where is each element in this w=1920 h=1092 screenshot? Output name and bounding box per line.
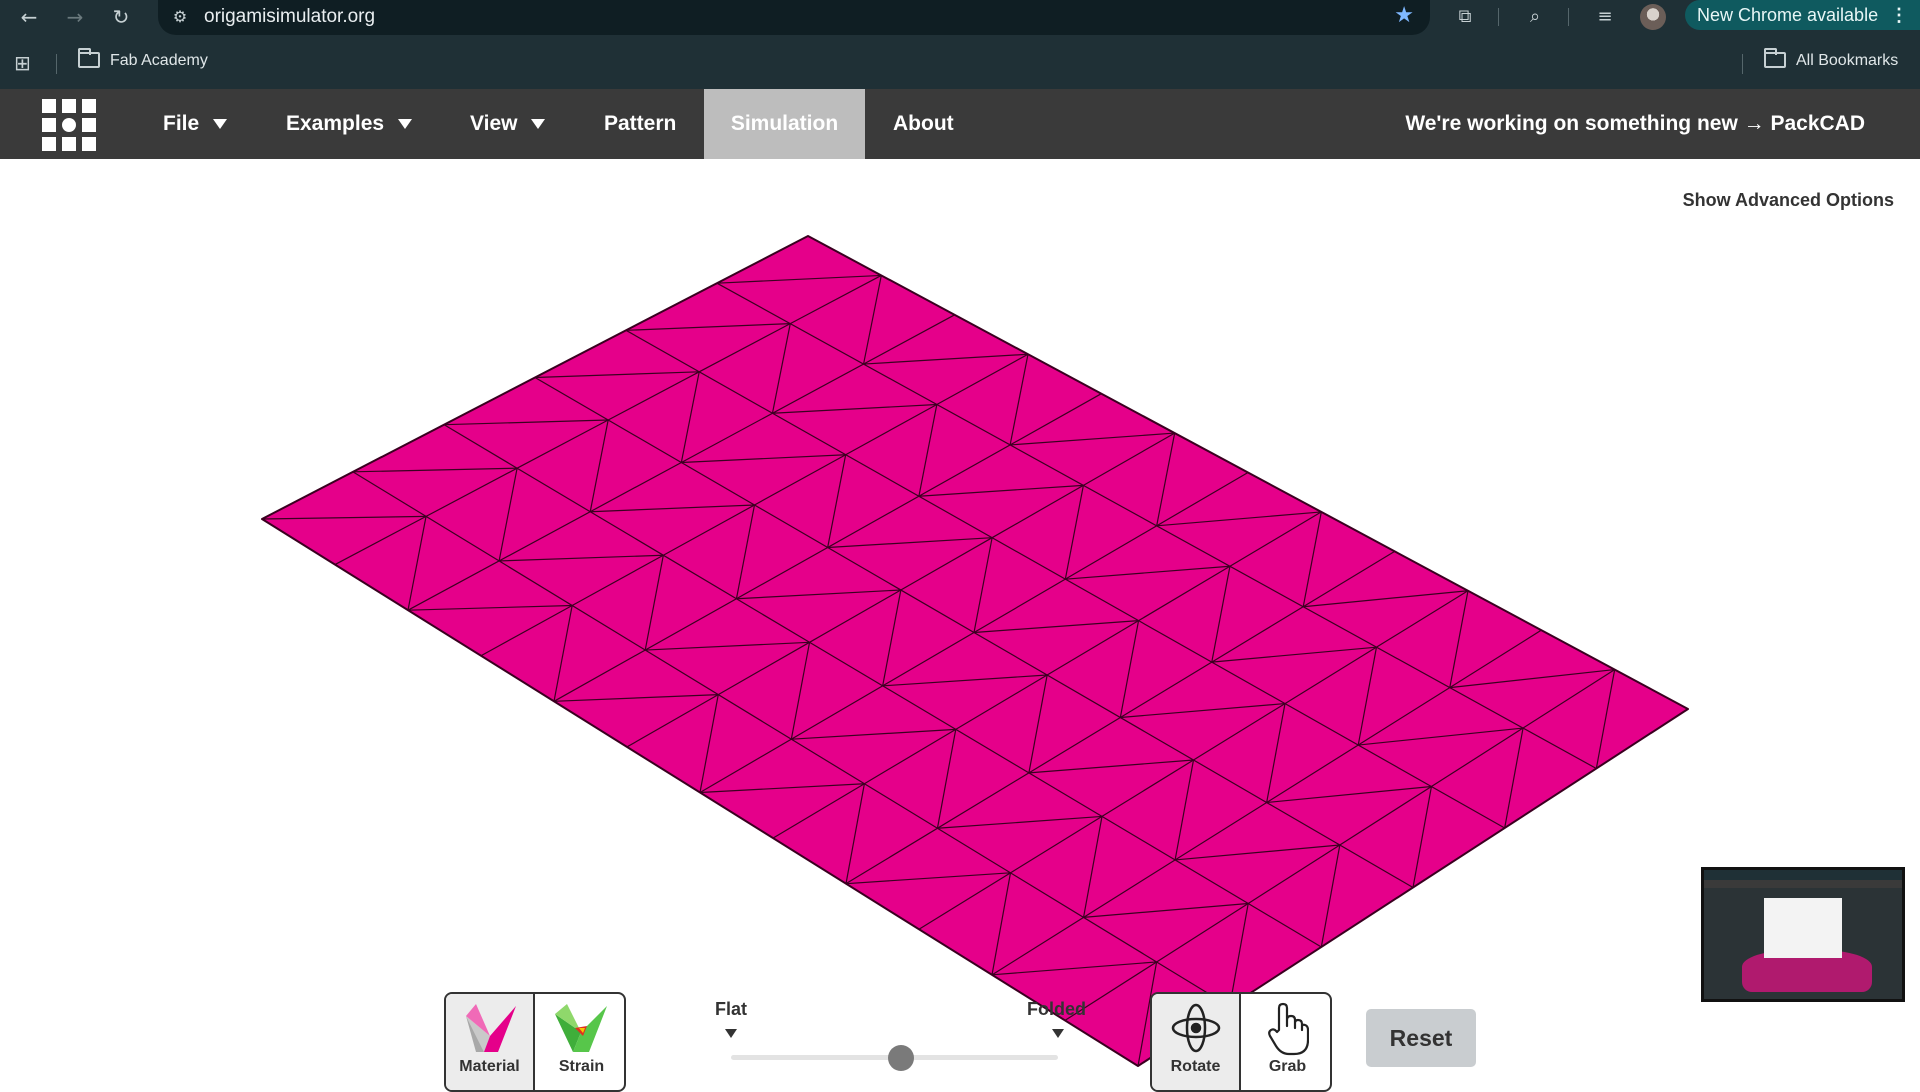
material-fold-icon	[466, 1004, 516, 1052]
folder-icon	[1764, 48, 1786, 68]
back-arrow-icon[interactable]: ←	[16, 4, 42, 30]
grab-label: Grab	[1268, 1058, 1307, 1075]
bookmarks-divider	[1742, 54, 1743, 74]
new-chrome-available-button[interactable]: New Chrome available ⋮	[1685, 0, 1920, 30]
menu-view[interactable]: View	[470, 89, 546, 159]
all-bookmarks-label: All Bookmarks	[1796, 52, 1899, 69]
bookmarks-bar: ⊞ Fab Academy All Bookmarks	[0, 35, 1920, 89]
apps-grid-icon[interactable]: ⊞	[14, 51, 31, 75]
flat-marker-icon	[725, 1029, 737, 1038]
browser-toolbar: ← → ↻ ⚙ origamisimulator.org ★ ⧉ ⌕ ≡ New…	[0, 0, 1920, 35]
url-text[interactable]: origamisimulator.org	[204, 6, 375, 28]
reload-icon[interactable]: ↻	[108, 4, 134, 30]
pip-thumbnail[interactable]	[1701, 867, 1905, 1002]
menu-pattern[interactable]: Pattern	[604, 89, 676, 159]
menu-view-label: View	[470, 112, 518, 135]
menu-examples-label: Examples	[286, 112, 385, 135]
rotate-mode-button[interactable]: Rotate	[1152, 994, 1241, 1090]
rotate-label: Rotate	[1170, 1058, 1221, 1075]
profile-avatar[interactable]	[1640, 4, 1666, 30]
fold-percent-slider-handle[interactable]	[888, 1045, 915, 1071]
packcad-promo-link[interactable]: We're working on something new → PackCAD	[1405, 89, 1865, 159]
menu-examples[interactable]: Examples	[286, 89, 413, 159]
site-settings-icon[interactable]: ⚙	[168, 5, 192, 29]
strain-label: Strain	[558, 1058, 605, 1075]
material-label: Material	[459, 1058, 520, 1075]
folder-icon	[78, 48, 100, 68]
extensions-icon[interactable]: ⧉	[1450, 3, 1480, 31]
update-label: New Chrome available	[1697, 5, 1879, 25]
chevron-down-icon	[531, 119, 546, 130]
bookmark-label: Fab Academy	[110, 52, 208, 69]
material-mode-button[interactable]: Material	[446, 994, 535, 1090]
origami-sheet[interactable]	[261, 235, 1689, 1067]
menu-file-label: File	[163, 112, 200, 135]
reset-button[interactable]: Reset	[1366, 1009, 1476, 1067]
fold-folded-label: Folded	[1027, 999, 1086, 1019]
bookmark-star-icon[interactable]: ★	[1394, 3, 1414, 28]
more-menu-icon[interactable]: ⋮	[1890, 0, 1908, 30]
menu-file[interactable]: File	[163, 89, 228, 159]
toolbar-divider	[1568, 8, 1569, 26]
folded-marker-icon	[1052, 1029, 1064, 1038]
forward-arrow-icon[interactable]: →	[62, 4, 88, 30]
menu-about-label: About	[893, 112, 954, 135]
fold-flat-label: Flat	[715, 999, 748, 1019]
bookmarks-divider	[56, 54, 57, 74]
strain-mode-button[interactable]: Strain	[537, 994, 624, 1090]
strain-fold-icon	[555, 1004, 607, 1052]
reading-list-icon[interactable]: ≡	[1590, 3, 1620, 31]
color-mode-toggle: Material Strain	[444, 992, 626, 1092]
grab-mode-button[interactable]: Grab	[1243, 994, 1330, 1090]
hand-pointer-icon	[1268, 1002, 1309, 1056]
origami-logo-icon[interactable]	[42, 99, 96, 151]
search-tabs-icon[interactable]: ⌕	[1520, 3, 1550, 31]
menu-pattern-label: Pattern	[604, 112, 677, 135]
simulation-canvas[interactable]	[0, 159, 1920, 1080]
app-menu-bar: File Examples View Pattern Simulation Ab…	[0, 89, 1920, 159]
menu-about[interactable]: About	[893, 89, 954, 159]
rotate-icon	[1171, 1003, 1221, 1053]
interaction-mode-toggle: Rotate Grab	[1150, 992, 1332, 1092]
chevron-down-icon	[398, 119, 413, 130]
address-bar[interactable]: ⚙ origamisimulator.org ★	[158, 0, 1430, 35]
menu-simulation[interactable]: Simulation	[704, 89, 865, 159]
toolbar-divider	[1498, 8, 1499, 26]
chevron-down-icon	[213, 119, 228, 130]
